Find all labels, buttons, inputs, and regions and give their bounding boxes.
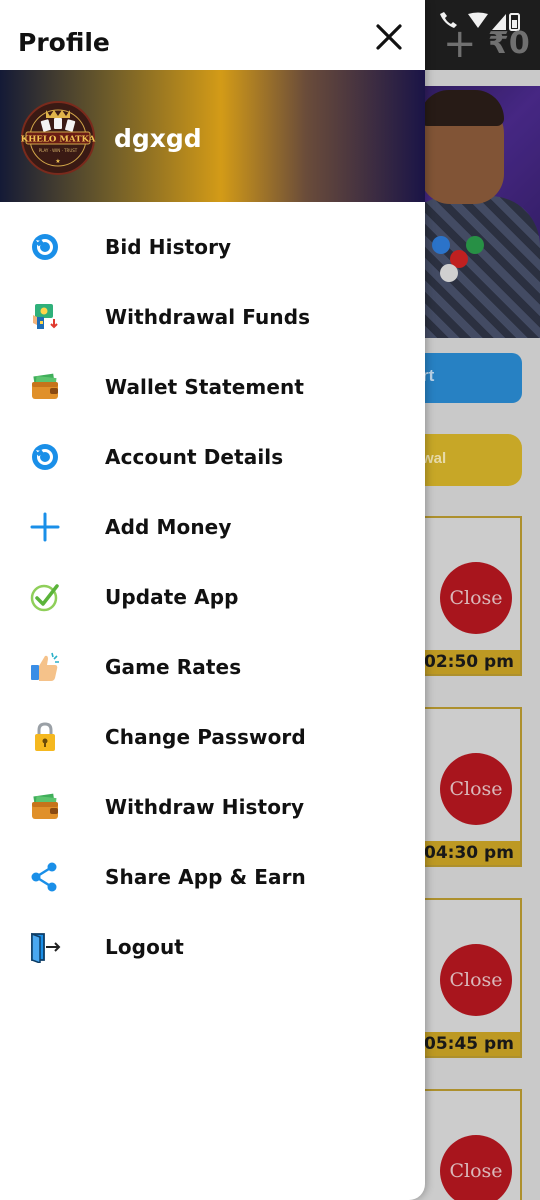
logout-icon (31, 932, 61, 963)
logo-text: KHELO MATKA (21, 135, 96, 145)
account-icon (32, 444, 58, 470)
menu-item-share-app[interactable]: Share App & Earn (0, 841, 425, 911)
share-icon (31, 862, 57, 892)
khelo-matka-logo: KHELO MATKA PLAY · WIN · TRUST ★ (21, 101, 96, 175)
menu-item-label: Game Rates (105, 655, 242, 679)
menu-item-label: Bid History (105, 235, 232, 259)
check-icon (30, 584, 59, 612)
profile-header: KHELO MATKA PLAY · WIN · TRUST ★ dgxgd (0, 70, 425, 202)
history-icon (32, 234, 58, 260)
svg-text:★: ★ (55, 158, 60, 165)
profile-username: dgxgd (114, 124, 202, 153)
withdraw-funds-icon (33, 304, 58, 329)
wallet-icon (32, 793, 58, 819)
menu-item-label: Update App (105, 585, 239, 609)
menu-item-bid-history[interactable]: Bid History (0, 211, 425, 281)
menu-item-label: Account Details (105, 445, 284, 469)
drawer-menu: Bid History Withdrawal Funds Wallet Stat… (0, 211, 425, 981)
menu-item-withdrawal-funds[interactable]: Withdrawal Funds (0, 281, 425, 351)
menu-item-add-money[interactable]: Add Money (0, 491, 425, 561)
menu-item-update-app[interactable]: Update App (0, 561, 425, 631)
menu-item-account-details[interactable]: Account Details (0, 421, 425, 491)
menu-item-label: Add Money (105, 515, 232, 539)
wallet-icon (32, 373, 58, 399)
logo-tagline: PLAY · WIN · TRUST (39, 148, 78, 153)
menu-item-label: Withdraw History (105, 795, 305, 819)
menu-item-label: Wallet Statement (105, 375, 305, 399)
drawer-title: Profile (18, 28, 110, 57)
menu-item-game-rates[interactable]: Game Rates (0, 631, 425, 701)
plus-icon (30, 512, 60, 542)
menu-item-label: Share App & Earn (105, 865, 306, 889)
lock-icon (35, 722, 55, 751)
menu-item-label: Withdrawal Funds (105, 305, 311, 329)
menu-item-logout[interactable]: Logout (0, 911, 425, 981)
close-icon[interactable] (370, 18, 408, 56)
screen: + ₹0 rt wal Close 02:50 pm Close 04:30 p… (0, 0, 540, 1200)
menu-item-label: Logout (105, 935, 184, 959)
menu-item-withdraw-history[interactable]: Withdraw History (0, 771, 425, 841)
menu-item-change-password[interactable]: Change Password (0, 701, 425, 771)
menu-item-label: Change Password (105, 725, 306, 749)
menu-item-wallet-statement[interactable]: Wallet Statement (0, 351, 425, 421)
thumbs-up-icon (31, 652, 59, 681)
navigation-drawer: Profile KHELO MATKA PLAY · WIN · TRUST ★… (0, 0, 425, 1200)
drawer-header: Profile (0, 0, 425, 70)
